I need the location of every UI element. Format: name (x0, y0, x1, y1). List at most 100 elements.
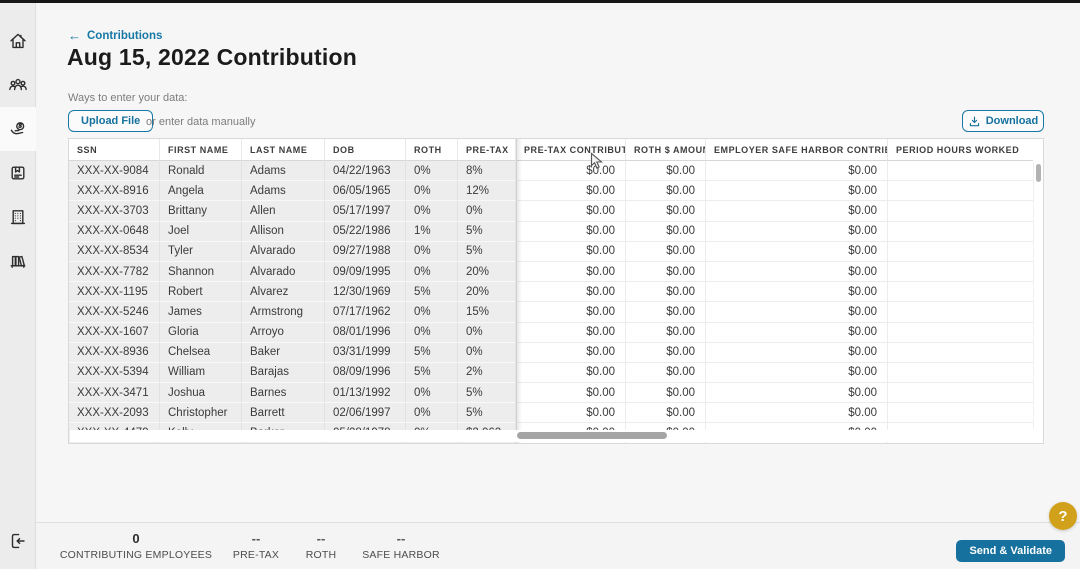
cell-period-hours-worked[interactable] (888, 383, 1033, 404)
cell-employer-safe-harbor-contribution[interactable]: $0.00 (706, 221, 888, 242)
cell-roth-amount[interactable]: $0.00 (626, 241, 706, 262)
cell-first-name: Brittany (160, 201, 242, 222)
cell-employer-safe-harbor-contribution[interactable]: $0.00 (706, 383, 888, 404)
cell-roth-amount[interactable]: $0.00 (626, 383, 706, 404)
cell-period-hours-worked[interactable] (888, 201, 1033, 222)
cell-pre-tax-contribution[interactable]: $0.00 (516, 383, 626, 404)
cell-employer-safe-harbor-contribution[interactable]: $0.00 (706, 181, 888, 202)
download-button[interactable]: Download (962, 110, 1044, 132)
table-header-row: SSN FIRST NAME LAST NAME DOB ROTH PRE-TAX PRE-… (69, 139, 1043, 161)
stat-value: -- (316, 531, 326, 546)
cell-roth-amount[interactable]: $0.00 (626, 362, 706, 384)
cell-roth-amount[interactable]: $0.00 (626, 282, 706, 303)
upload-file-button[interactable]: Upload File (68, 110, 154, 132)
hand-coin-icon (10, 122, 25, 135)
column-header-first-name: FIRST NAME (160, 139, 242, 161)
sidebar-item-home[interactable] (0, 19, 36, 63)
cell-pre-tax-contribution[interactable]: $0.00 (516, 181, 626, 202)
stat-label: PRE-TAX (232, 549, 280, 561)
cell-first-name: Shannon (160, 261, 242, 283)
cell-employer-safe-harbor-contribution[interactable]: $0.00 (706, 362, 888, 384)
cell-roth-amount[interactable]: $0.00 (626, 302, 706, 323)
table-row: XXX-XX-0648 Joel Allison 05/22/1986 1% 5% $0.0… (69, 221, 1043, 242)
cell-period-hours-worked[interactable] (888, 282, 1033, 303)
cell-period-hours-worked[interactable] (888, 342, 1033, 363)
cell-pre-tax-contribution[interactable]: $0.00 (516, 161, 626, 182)
cell-roth-amount[interactable]: $0.00 (626, 221, 706, 242)
cell-pre-tax-contribution[interactable]: $0.00 (516, 241, 626, 262)
cell-pre-tax: 5% (458, 383, 516, 404)
sidebar-item-contributions[interactable] (0, 107, 36, 151)
back-link-label: Contributions (87, 29, 163, 42)
horizontal-scrollbar[interactable] (70, 430, 1032, 442)
table-row: XXX-XX-8916 Angela Adams 06/05/1965 0% 12% $0.… (69, 181, 1043, 202)
column-header-last-name: LAST NAME (242, 139, 325, 161)
send-validate-button[interactable]: Send & Validate (956, 540, 1065, 562)
cell-employer-safe-harbor-contribution[interactable]: $0.00 (706, 322, 888, 343)
cell-pre-tax-contribution[interactable]: $0.00 (516, 282, 626, 303)
cell-period-hours-worked[interactable] (888, 241, 1033, 262)
sidebar-item-documents[interactable] (0, 151, 36, 195)
sidebar-item-team[interactable] (0, 63, 36, 107)
horizontal-scrollbar-thumb[interactable] (517, 432, 667, 439)
cell-employer-safe-harbor-contribution[interactable]: $0.00 (706, 241, 888, 262)
cell-roth-amount[interactable]: $0.00 (626, 161, 706, 182)
stat-contributing-employees: 0 CONTRIBUTING EMPLOYEES (51, 531, 221, 561)
cell-pre-tax-contribution[interactable]: $0.00 (516, 403, 626, 424)
building-icon (10, 210, 26, 225)
cell-last-name: Barajas (242, 362, 325, 384)
cell-roth-amount[interactable]: $0.00 (626, 181, 706, 202)
vertical-scrollbar-thumb[interactable] (1036, 164, 1041, 182)
cell-pre-tax-contribution[interactable]: $0.00 (516, 342, 626, 363)
cell-roth-amount[interactable]: $0.00 (626, 342, 706, 363)
back-to-contributions-link[interactable]: ← Contributions (68, 28, 162, 43)
cell-pre-tax-contribution[interactable]: $0.00 (516, 261, 626, 283)
cell-roth-amount[interactable]: $0.00 (626, 322, 706, 343)
cell-employer-safe-harbor-contribution[interactable]: $0.00 (706, 201, 888, 222)
cell-roth-amount[interactable]: $0.00 (626, 201, 706, 222)
vertical-scrollbar[interactable] (1033, 162, 1042, 429)
cell-pre-tax: 20% (458, 282, 516, 303)
cell-roth-amount[interactable]: $0.00 (626, 403, 706, 424)
cell-employer-safe-harbor-contribution[interactable]: $0.00 (706, 342, 888, 363)
cell-ssn: XXX-XX-5246 (69, 302, 160, 323)
cell-period-hours-worked[interactable] (888, 161, 1033, 182)
cell-last-name: Barrett (242, 403, 325, 424)
cell-employer-safe-harbor-contribution[interactable]: $0.00 (706, 261, 888, 283)
cell-last-name: Allen (242, 201, 325, 222)
help-button[interactable]: ? (1049, 502, 1077, 530)
sidebar (0, 3, 36, 569)
sidebar-item-library[interactable] (0, 239, 36, 283)
cell-employer-safe-harbor-contribution[interactable]: $0.00 (706, 161, 888, 182)
cell-pre-tax-contribution[interactable]: $0.00 (516, 201, 626, 222)
sidebar-item-logout[interactable] (0, 519, 36, 563)
cell-pre-tax-contribution[interactable]: $0.00 (516, 362, 626, 384)
cell-pre-tax-contribution[interactable]: $0.00 (516, 302, 626, 323)
cell-employer-safe-harbor-contribution[interactable]: $0.00 (706, 282, 888, 303)
cell-period-hours-worked[interactable] (888, 261, 1033, 283)
cell-first-name: Angela (160, 181, 242, 202)
cell-last-name: Arroyo (242, 322, 325, 343)
cell-roth: 0% (406, 161, 458, 182)
cell-employer-safe-harbor-contribution[interactable]: $0.00 (706, 302, 888, 323)
column-header-pre-tax-contribution: PRE-TAX CONTRIBUTION (516, 139, 626, 161)
cell-pre-tax-contribution[interactable]: $0.00 (516, 322, 626, 343)
cell-pre-tax-contribution[interactable]: $0.00 (516, 221, 626, 242)
sidebar-item-company[interactable] (0, 195, 36, 239)
cell-period-hours-worked[interactable] (888, 403, 1033, 424)
table-row: XXX-XX-7782 Shannon Alvarado 09/09/1995 0% 20… (69, 261, 1043, 283)
cell-dob: 12/30/1969 (325, 282, 406, 303)
cell-roth-amount[interactable]: $0.00 (626, 261, 706, 283)
cell-period-hours-worked[interactable] (888, 181, 1033, 202)
column-header-dob: DOB (325, 139, 406, 161)
cell-period-hours-worked[interactable] (888, 302, 1033, 323)
cell-first-name: Joel (160, 221, 242, 242)
stat-value: -- (251, 531, 261, 546)
cell-employer-safe-harbor-contribution[interactable]: $0.00 (706, 403, 888, 424)
stat-label: CONTRIBUTING EMPLOYEES (59, 549, 213, 561)
cell-period-hours-worked[interactable] (888, 221, 1033, 242)
cell-period-hours-worked[interactable] (888, 362, 1033, 384)
cell-pre-tax: 0% (458, 342, 516, 363)
table-row: XXX-XX-8936 Chelsea Baker 03/31/1999 5% 0% $0.… (69, 342, 1043, 363)
cell-period-hours-worked[interactable] (888, 322, 1033, 343)
